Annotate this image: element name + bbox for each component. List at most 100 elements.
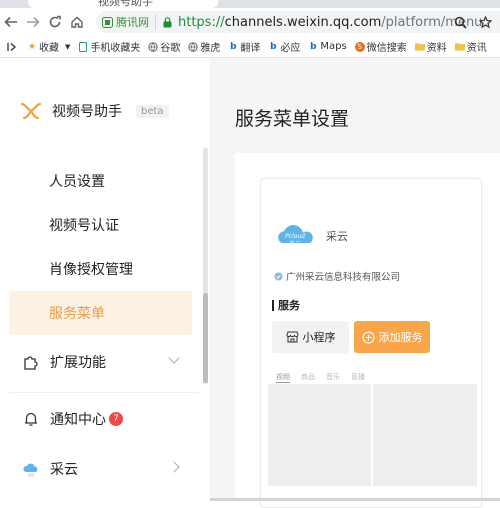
sidebar-item-account[interactable]: 采云 采云: [9, 447, 192, 491]
bookmark-maps[interactable]: b Maps: [308, 41, 347, 52]
bookmark-label: 谷歌: [160, 43, 181, 54]
bookmarks-bar: ★ 收藏 ▼ 手机收藏夹 谷歌 雅虎 b 翻译 b 必应 b Maps S 微信…: [0, 36, 500, 58]
url-text[interactable]: https://channels.weixin.qq.com/platform/…: [178, 15, 482, 30]
bookmark-label: 翻译: [240, 43, 261, 54]
bookmark-folder-news[interactable]: 资讯: [454, 39, 487, 54]
preview-org-name: 广州采云信息科技有限公司: [286, 272, 401, 283]
sidebar-item-members[interactable]: 人员设置: [9, 159, 192, 203]
home-button[interactable]: [66, 11, 88, 33]
bookmark-label: 必应: [280, 43, 301, 54]
settings-card: Pcloud 采云 采云 广州采云信息科技有限公司 服务 小程序 添加服务 视频…: [235, 153, 500, 508]
site-badge-icon: [102, 16, 113, 28]
sidebar-toggle[interactable]: [7, 42, 17, 52]
omnibox[interactable]: 腾讯网 https://channels.weixin.qq.com/platf…: [96, 11, 500, 33]
sidebar-divider: [9, 392, 199, 393]
preview-tab: 音乐: [326, 373, 340, 381]
brand-name: 视频号助手: [52, 104, 122, 120]
mini-program-button[interactable]: 小程序: [272, 321, 349, 353]
preview-account: Pcloud 采云 采云: [276, 221, 348, 251]
service-section-label: 服务: [272, 300, 300, 311]
globe-icon: [188, 41, 199, 52]
reload-icon: [49, 15, 61, 28]
main-content: 服务菜单设置 Pcloud 采云 采云 广州采云信息科技有限公司 服务 小程序 …: [210, 58, 500, 508]
bookmark-label: 手机收藏夹: [90, 43, 141, 54]
chevron-down-icon: ▼: [65, 42, 71, 51]
sidebar-item-extensions[interactable]: 扩展功能: [9, 340, 192, 384]
bing-icon: b: [310, 41, 317, 52]
star-icon: ★: [27, 41, 37, 52]
add-service-button[interactable]: 添加服务: [354, 321, 430, 353]
notification-count-badge: 7: [109, 412, 123, 426]
preview-tab: 直播: [351, 373, 365, 381]
sidebar-item-portrait-authorization[interactable]: 肖像授权管理: [9, 247, 192, 291]
bookmark-bing[interactable]: b 必应: [268, 39, 301, 55]
back-button[interactable]: [0, 11, 22, 33]
bookmark-star-icon[interactable]: [479, 15, 492, 29]
pcloud-logo: Pcloud 采云: [278, 225, 313, 248]
browser-tab[interactable]: 视频号助手: [28, 0, 218, 8]
bookmark-label: 资讯: [466, 43, 487, 54]
add-circle-icon: [361, 330, 375, 344]
bing-icon: b: [270, 41, 277, 52]
mini-program-label: 小程序: [302, 331, 336, 344]
bookmark-yahoo[interactable]: 雅虎: [188, 39, 220, 54]
sidebar-item-label: 服务菜单: [49, 306, 105, 322]
sidebar-item-verification[interactable]: 视频号认证: [9, 203, 192, 247]
sidebar-item-label: 肖像授权管理: [49, 262, 133, 278]
globe-icon: [148, 41, 159, 52]
sidebar-item-label: 视频号认证: [49, 218, 119, 234]
sogou-icon: S: [354, 41, 365, 52]
preview-grid-cell: [373, 384, 477, 486]
channels-logo-icon: [20, 102, 42, 120]
add-service-label: 添加服务: [378, 331, 423, 344]
reading-list-icon: [7, 42, 16, 51]
forward-icon: [27, 16, 40, 28]
bell-icon: [25, 412, 37, 426]
preview-tab: 视频: [276, 373, 290, 383]
phone-icon: [78, 41, 88, 52]
verified-icon: [274, 272, 283, 280]
bookmark-label: 雅虎: [200, 43, 221, 54]
sidebar: 视频号助手 beta 人员设置 视频号认证 肖像授权管理 服务菜单 扩展功能 通…: [0, 58, 210, 501]
folder-icon: [414, 42, 425, 52]
folder-icon: [454, 42, 465, 52]
forward-button[interactable]: [22, 11, 44, 33]
sidebar-item-label: 通知中心: [50, 412, 106, 428]
beta-badge: beta: [136, 104, 169, 118]
back-icon: [4, 16, 17, 28]
bookmark-label: 微信搜索: [366, 43, 407, 54]
bookmark-google[interactable]: 谷歌: [148, 39, 180, 54]
lock-icon: [163, 16, 172, 27]
bookmark-mobile[interactable]: 手机收藏夹: [78, 39, 140, 54]
preview-tab: 商品: [301, 373, 315, 381]
svg-text:采云: 采云: [289, 240, 301, 248]
bookmark-folder-docs[interactable]: 资料: [414, 39, 447, 54]
shop-icon: [285, 331, 299, 343]
zoom-icon[interactable]: [454, 16, 467, 29]
phone-preview: Pcloud 采云 采云 广州采云信息科技有限公司 服务 小程序 添加服务 视频…: [260, 178, 482, 508]
bookmark-translate[interactable]: b 翻译: [228, 39, 261, 55]
page: 视频号助手 beta 人员设置 视频号认证 肖像授权管理 服务菜单 扩展功能 通…: [0, 58, 500, 508]
brand[interactable]: 视频号助手 beta: [20, 101, 169, 121]
url-host: channels.weixin.qq.com: [224, 14, 382, 30]
account-avatar-icon: 采云: [23, 463, 38, 477]
scrollbar-thumb[interactable]: [203, 293, 208, 383]
preview-grid-cell: [268, 384, 371, 486]
bookmark-collect[interactable]: ★ 收藏 ▼: [27, 39, 71, 55]
url-scheme: https://: [178, 14, 225, 30]
sidebar-item-notifications[interactable]: 通知中心 7: [9, 397, 192, 441]
site-badge-label: 腾讯网: [116, 16, 149, 29]
bookmark-label: 资料: [426, 43, 447, 54]
home-icon: [71, 16, 83, 28]
preview-tabs: 视频 商品 音乐 直播: [276, 372, 365, 383]
sidebar-item-service-menu[interactable]: 服务菜单: [9, 291, 192, 335]
bing-icon: b: [230, 41, 237, 52]
svg-text:采云: 采云: [28, 472, 34, 477]
chevron-down-icon: [168, 352, 180, 364]
sidebar-item-label: 扩展功能: [50, 355, 106, 371]
site-badge[interactable]: 腾讯网: [102, 14, 156, 30]
puzzle-icon: [24, 356, 38, 370]
bookmark-wechat-search[interactable]: S 微信搜索: [354, 39, 407, 54]
reload-button[interactable]: [44, 11, 66, 33]
sidebar-scrollbar[interactable]: [203, 148, 208, 384]
